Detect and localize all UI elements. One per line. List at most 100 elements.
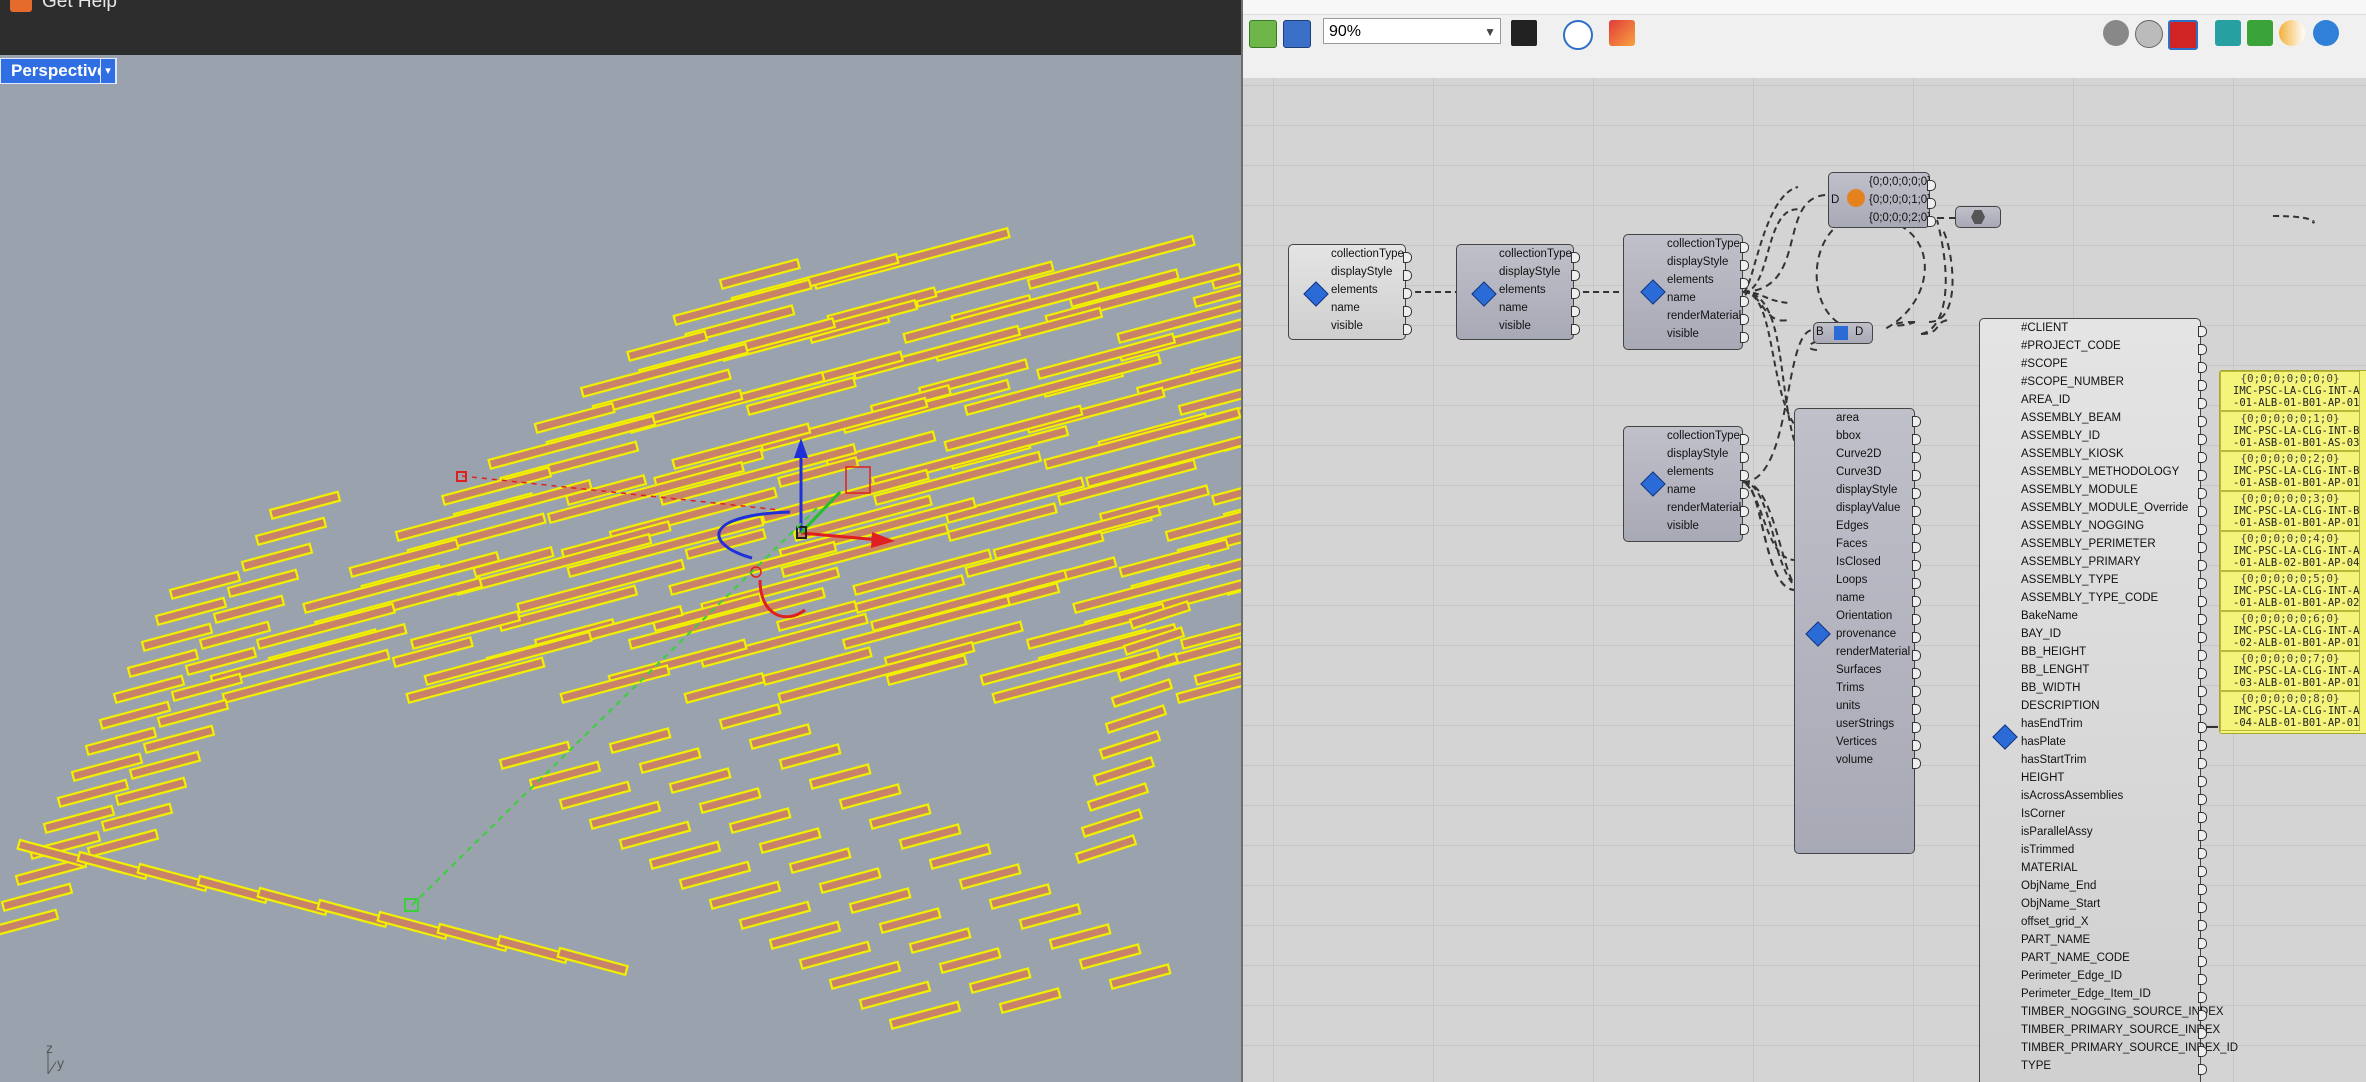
timber-element[interactable] [678, 860, 752, 891]
timber-element[interactable] [838, 783, 902, 811]
save-file-icon[interactable] [1283, 20, 1311, 48]
output-port[interactable] [2198, 794, 2207, 805]
timber-element[interactable] [196, 874, 269, 905]
output-port[interactable] [1912, 722, 1921, 733]
output-port[interactable] [2198, 650, 2207, 661]
output-port[interactable] [1403, 288, 1412, 299]
timber-element[interactable] [1086, 782, 1150, 812]
output-port[interactable] [2198, 1028, 2207, 1039]
output-port[interactable] [1912, 578, 1921, 589]
rhino-viewport-pane[interactable]: Get Help Perspective ▾ z y [0, 0, 1241, 1082]
timber-element[interactable] [788, 847, 852, 875]
output-port[interactable] [1927, 198, 1936, 209]
timber-element[interactable] [1080, 808, 1144, 838]
timber-element[interactable] [928, 843, 992, 871]
output-port[interactable] [2198, 380, 2207, 391]
output-port[interactable] [2198, 470, 2207, 481]
timber-element[interactable] [76, 850, 149, 881]
output-port[interactable] [2198, 452, 2207, 463]
timber-element[interactable] [848, 887, 912, 915]
output-port[interactable] [1912, 506, 1921, 517]
timber-element[interactable] [559, 664, 671, 705]
output-port[interactable] [2198, 1010, 2207, 1021]
output-port[interactable] [1571, 324, 1580, 335]
output-port[interactable] [2198, 1064, 2207, 1075]
output-port[interactable] [2198, 686, 2207, 697]
output-port[interactable] [2198, 488, 2207, 499]
component-hexagon[interactable] [1955, 206, 2001, 228]
timber-element[interactable] [256, 886, 329, 917]
timber-element[interactable] [556, 946, 629, 977]
timber-element[interactable] [1164, 500, 1241, 543]
output-port[interactable] [2198, 434, 2207, 445]
timber-element[interactable] [968, 967, 1032, 995]
paint-brush-icon[interactable] [1609, 20, 1635, 46]
grasshopper-editor[interactable]: 90% ▼ {0;0;0;0;0;0;0} IMC-PSC-LA-CLG-INT… [1243, 0, 2366, 1082]
timber-element[interactable] [136, 862, 209, 893]
bake-icon[interactable] [2215, 20, 2241, 46]
output-port[interactable] [1912, 524, 1921, 535]
output-port[interactable] [1740, 488, 1749, 499]
output-port[interactable] [2198, 668, 2207, 679]
timber-element[interactable] [878, 907, 942, 935]
timber-element[interactable] [1104, 704, 1168, 734]
timber-element[interactable] [376, 910, 449, 941]
output-port[interactable] [1740, 242, 1749, 253]
timber-element[interactable] [0, 882, 74, 913]
timber-element[interactable] [828, 960, 902, 991]
output-port[interactable] [1912, 470, 1921, 481]
output-port[interactable] [1912, 488, 1921, 499]
help-icon[interactable] [10, 0, 32, 12]
output-port[interactable] [2198, 812, 2207, 823]
output-port[interactable] [1912, 632, 1921, 643]
gradient-icon[interactable] [2279, 20, 2305, 46]
output-port[interactable] [2198, 578, 2207, 589]
timber-element[interactable] [798, 940, 872, 971]
timber-element[interactable] [1092, 756, 1156, 786]
text-panel[interactable]: {0;0;0;0;0;0;0} IMC-PSC-LA-CLG-INT-A -01-A… [2219, 370, 2366, 734]
output-port[interactable] [1403, 270, 1412, 281]
timber-element[interactable] [1074, 834, 1138, 864]
timber-element[interactable] [240, 542, 314, 573]
output-port[interactable] [2198, 326, 2207, 337]
output-port[interactable] [2198, 920, 2207, 931]
output-port[interactable] [2198, 398, 2207, 409]
timber-element[interactable] [528, 760, 602, 791]
output-port[interactable] [2198, 344, 2207, 355]
output-port[interactable] [1912, 560, 1921, 571]
bake-hidden-icon[interactable] [2247, 20, 2273, 46]
output-port[interactable] [1912, 416, 1921, 427]
output-port[interactable] [1571, 252, 1580, 263]
output-port[interactable] [1571, 270, 1580, 281]
timber-element[interactable] [758, 827, 822, 855]
sketch-icon[interactable] [1511, 20, 1537, 46]
output-port[interactable] [2198, 848, 2207, 859]
output-port[interactable] [2198, 362, 2207, 373]
output-port[interactable] [2198, 1046, 2207, 1057]
timber-element[interactable] [558, 780, 632, 811]
output-port[interactable] [1740, 524, 1749, 535]
timber-element[interactable] [668, 767, 732, 795]
timber-element[interactable] [898, 823, 962, 851]
timber-element[interactable] [938, 947, 1002, 975]
timber-element[interactable] [268, 490, 342, 521]
output-port[interactable] [2198, 866, 2207, 877]
timber-element[interactable] [588, 800, 662, 831]
output-port[interactable] [2198, 830, 2207, 841]
output-port[interactable] [1740, 296, 1749, 307]
open-file-icon[interactable] [1249, 20, 1277, 48]
output-port[interactable] [2198, 632, 2207, 643]
output-port[interactable] [1740, 278, 1749, 289]
timber-element[interactable] [1110, 678, 1174, 708]
output-port[interactable] [1403, 324, 1412, 335]
timber-element[interactable] [868, 803, 932, 831]
output-port[interactable] [1912, 596, 1921, 607]
timber-element[interactable] [1018, 903, 1082, 931]
timber-element[interactable] [718, 703, 782, 731]
output-port[interactable] [1912, 704, 1921, 715]
grasshopper-canvas[interactable]: {0;0;0;0;0;0;0} IMC-PSC-LA-CLG-INT-A -01-A… [1243, 78, 2366, 1082]
preview-selected-icon[interactable] [2168, 20, 2198, 50]
timber-element[interactable] [1078, 943, 1142, 971]
output-port[interactable] [1740, 314, 1749, 325]
get-help-link[interactable]: Get Help [42, 0, 117, 13]
